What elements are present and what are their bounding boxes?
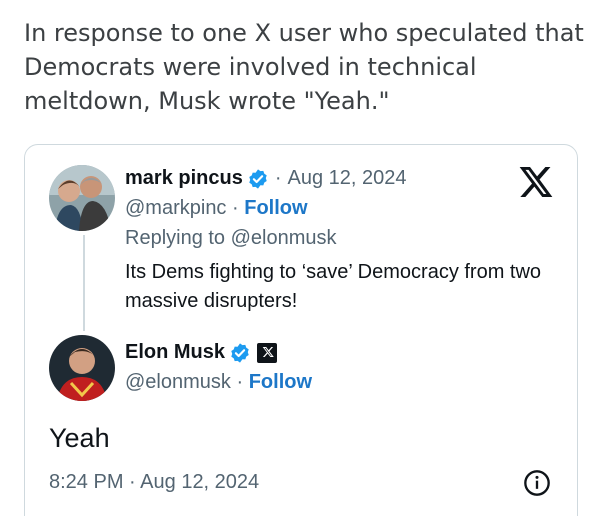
avatar-mark-pincus[interactable] xyxy=(49,165,115,231)
handle-separator: · xyxy=(236,371,244,393)
tweet-date[interactable]: Aug 12, 2024 xyxy=(288,167,407,190)
main-handle-row: @elonmusk · Follow xyxy=(125,371,312,394)
main-tweet-header: Elon Musk xyxy=(125,341,278,364)
follow-button[interactable]: Follow xyxy=(249,371,312,393)
tweet-timestamp[interactable]: 8:24 PM · Aug 12, 2024 xyxy=(49,471,259,494)
author-handle[interactable]: @markpinc xyxy=(125,197,226,219)
timestamp-separator: · xyxy=(129,471,136,493)
handle-separator: · xyxy=(232,197,239,219)
info-icon[interactable] xyxy=(523,469,551,502)
article-paragraph: In response to one X user who speculated… xyxy=(24,19,584,115)
header-separator: · xyxy=(274,167,282,189)
thread-connector-line xyxy=(83,235,85,331)
author-name[interactable]: Elon Musk xyxy=(125,341,225,364)
author-name[interactable]: mark pincus xyxy=(125,167,243,190)
verified-badge-icon xyxy=(247,168,269,190)
quoted-tweet-text: Its Dems fighting to ‘save’ Democracy fr… xyxy=(125,261,542,312)
x-logo-icon[interactable] xyxy=(519,167,553,202)
avatar-elon-musk[interactable] xyxy=(49,335,115,401)
author-handle[interactable]: @elonmusk xyxy=(125,371,231,393)
replying-to-label: Replying to @elonmusk xyxy=(125,227,337,249)
x-affiliation-badge-icon[interactable] xyxy=(257,342,278,363)
main-tweet-text: Yeah xyxy=(49,423,110,453)
tweet-time: 8:24 PM xyxy=(49,471,124,493)
tweet-date: Aug 12, 2024 xyxy=(140,471,260,493)
embedded-tweet-card[interactable]: mark pincus · Aug 12, 2024 @markpinc · F… xyxy=(24,144,578,516)
quoted-handle-row: @markpinc · Follow xyxy=(125,197,308,220)
verified-badge-icon xyxy=(229,342,251,364)
follow-button[interactable]: Follow xyxy=(244,197,307,219)
quoted-tweet-header: mark pincus · Aug 12, 2024 xyxy=(125,167,407,190)
